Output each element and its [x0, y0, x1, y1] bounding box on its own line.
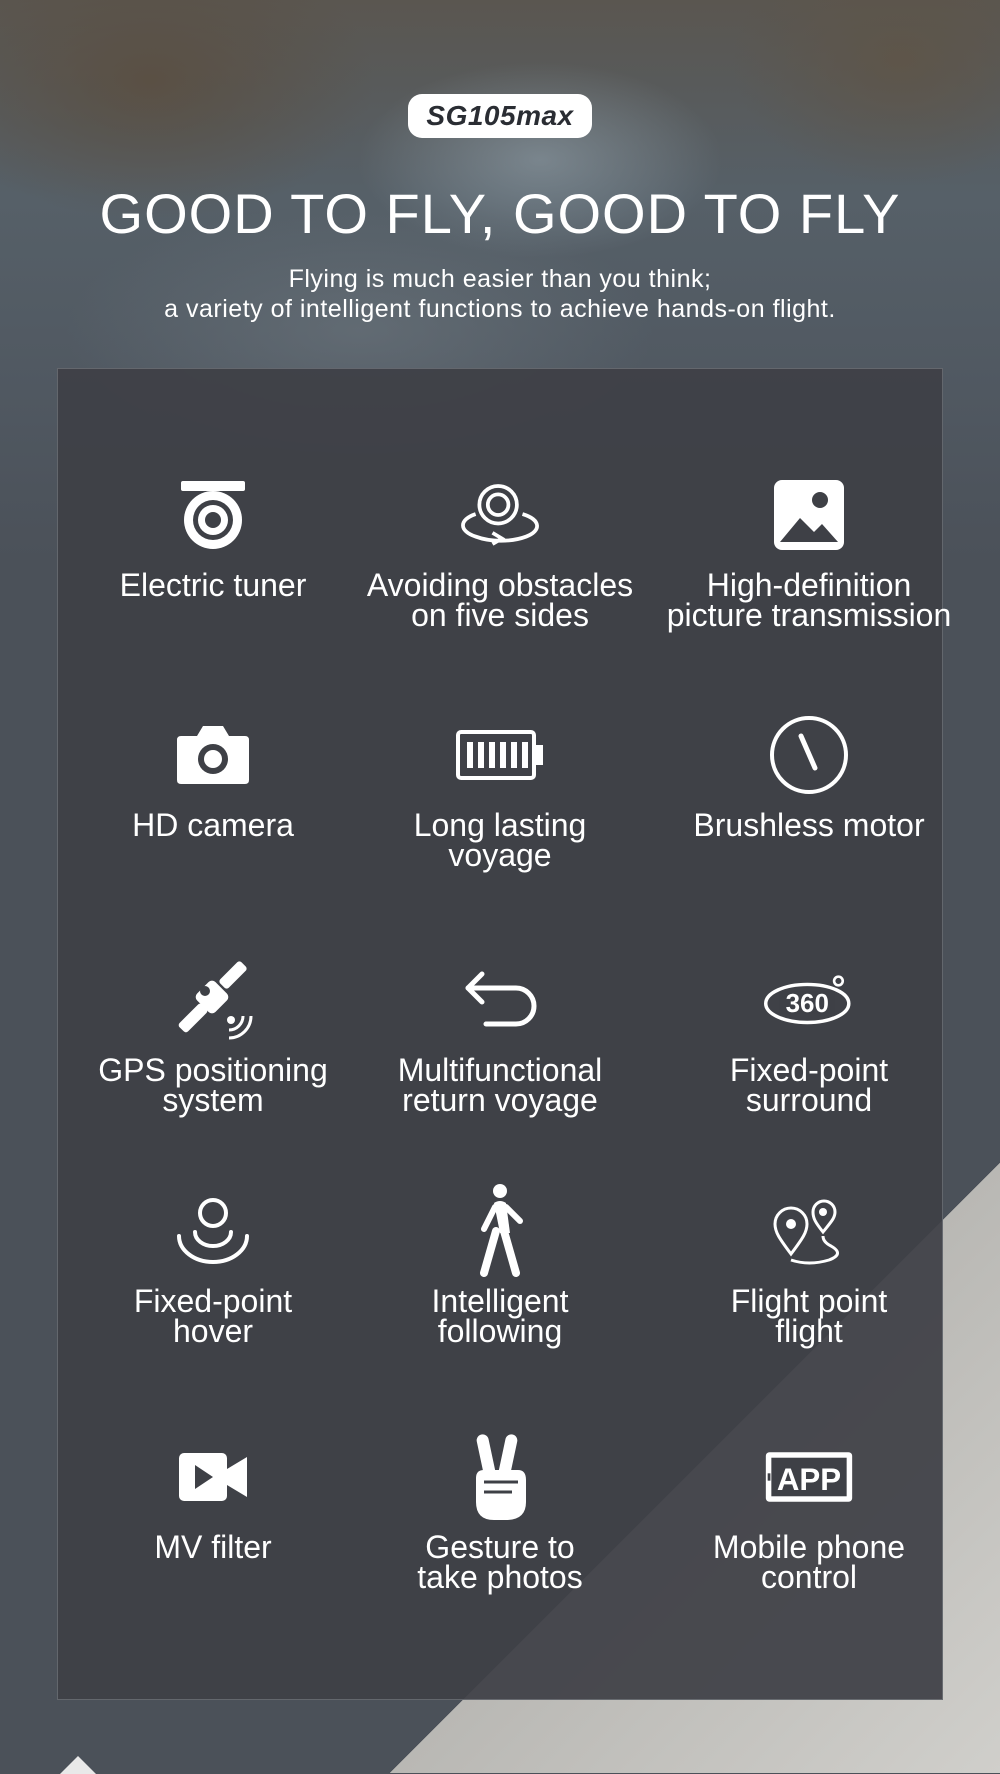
feature-label: Long lasting voyage: [413, 807, 587, 873]
app-icon-text: APP: [777, 1462, 841, 1497]
feature-label: Fixed-point surround: [729, 1052, 889, 1118]
return-arrow-icon: [455, 955, 545, 1045]
feature-label: GPS positioning system: [98, 1052, 328, 1118]
victory-hand-icon: [455, 1432, 545, 1522]
feature-label: HD camera: [132, 807, 294, 843]
satellite-icon: [168, 955, 258, 1045]
walking-person-icon: [455, 1184, 545, 1277]
feature-label: Intelligent following: [431, 1283, 569, 1349]
feature-label: Brushless motor: [693, 807, 925, 843]
page-title: GOOD TO FLY, GOOD TO FLY: [99, 182, 901, 245]
app-icon: APP: [764, 1432, 854, 1522]
feature-label: Gesture to take photos: [417, 1529, 583, 1595]
feature-label: High-definition picture transmission: [666, 567, 952, 633]
svg-text:360: 360: [786, 988, 829, 1018]
electric-tuner-icon: [168, 470, 258, 560]
feature-label: Electric tuner: [119, 567, 307, 603]
page-subtitle: Flying is much easier than you think; a …: [0, 264, 1000, 324]
hover-icon: [168, 1186, 258, 1276]
map-pins-icon: [764, 1186, 854, 1276]
feature-label: Mobile phone control: [712, 1529, 906, 1595]
battery-icon: [455, 710, 545, 800]
subtitle-line-1: Flying is much easier than you think;: [288, 265, 712, 293]
video-icon: [168, 1432, 258, 1522]
picture-icon: [764, 470, 854, 560]
gauge-icon: [764, 710, 854, 800]
obstacle-avoidance-icon: [455, 470, 545, 560]
corner-triangle: [60, 1756, 96, 1774]
feature-label: Multifunctional return voyage: [397, 1052, 603, 1118]
feature-label: Fixed-point hover: [133, 1283, 293, 1349]
feature-label: MV filter: [154, 1529, 272, 1565]
feature-label: Avoiding obstacles on five sides: [366, 567, 634, 633]
feature-label: Flight point flight: [730, 1283, 888, 1349]
360-icon: 360: [764, 955, 854, 1045]
camera-icon: [168, 710, 258, 800]
model-badge: SG105max: [408, 94, 592, 138]
subtitle-line-2: a variety of intelligent functions to ac…: [164, 295, 836, 323]
